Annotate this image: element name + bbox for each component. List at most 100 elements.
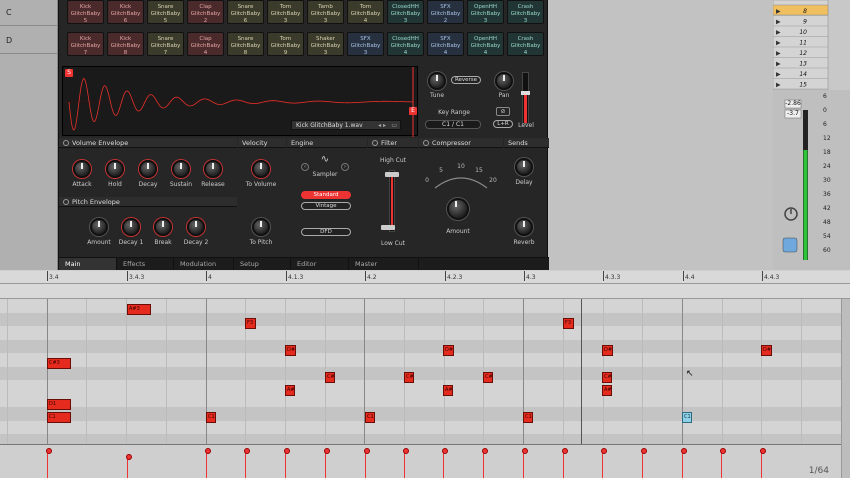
midi-note[interactable]: A#2 [443,385,453,396]
velocity-bar[interactable] [521,448,528,478]
key-range-high[interactable]: C1 [456,121,464,128]
velocity-bar[interactable] [45,448,52,478]
loop-marker-line[interactable] [581,299,582,444]
drum-pad[interactable]: Shaker GlitchBaby 3 [307,32,344,56]
scene-number[interactable]: 13 [799,61,807,68]
velocity-bar[interactable] [125,454,132,478]
drum-pad[interactable]: ClosedHH GlitchBaby 3 [387,0,424,24]
pitch-amount-knob[interactable] [90,218,108,236]
compressor-amount-knob[interactable] [447,198,469,220]
reverse-button[interactable]: Reverse [451,76,481,84]
velocity-to-volume-knob[interactable] [252,160,270,178]
drum-pad[interactable]: Tom GlitchBaby 4 [347,0,384,24]
midi-note[interactable]: C#3 [483,372,493,383]
velocity-bar[interactable] [481,448,488,478]
level-thumb[interactable] [521,91,530,95]
level-slider[interactable] [521,72,530,124]
sustain-knob[interactable] [172,160,190,178]
drum-pad[interactable]: Kick GlitchBaby 6 [107,0,144,24]
scene-number[interactable]: 10 [799,29,807,36]
midi-note[interactable]: D1 [47,399,71,410]
velocity-bar[interactable] [283,448,290,478]
midi-note[interactable]: C#3 [602,372,612,383]
delay-send-knob[interactable] [515,158,533,176]
piano-roll-scrollbar[interactable] [841,299,850,478]
scene-number[interactable]: 9 [803,19,807,26]
link-icon[interactable]: ⊘ [496,107,510,116]
drum-pad[interactable]: Clap GlitchBaby 2 [187,0,224,24]
drum-pad[interactable]: ClosedHH GlitchBaby 4 [387,32,424,56]
folder-icon[interactable]: ▭ [391,121,397,130]
midi-note[interactable]: A#2 [602,385,612,396]
tab-master[interactable]: Master [349,258,419,270]
midi-note[interactable]: C#3 [325,372,335,383]
pan-readout[interactable]: -3.7 [785,110,801,117]
velocity-bar[interactable] [323,448,330,478]
drum-pad[interactable]: SFX GlitchBaby 4 [427,32,464,56]
drum-pad[interactable]: OpenHH GlitchBaby 3 [467,0,504,24]
drum-pad[interactable]: Crash GlitchBaby 3 [507,0,544,24]
drum-pad[interactable]: Snare GlitchBaby 5 [147,0,184,24]
power-icon[interactable] [63,140,69,146]
drum-pad[interactable]: Snare GlitchBaby 6 [227,0,264,24]
midi-note[interactable]: C1 [47,412,71,423]
hold-knob[interactable] [106,160,124,178]
pan-knob[interactable] [495,72,513,90]
tune-knob[interactable] [428,72,446,90]
scene-launch-icon[interactable]: ▶ [776,29,781,36]
midi-note[interactable]: F3 [563,318,574,329]
scene-launch-icon[interactable]: ▶ [776,8,781,15]
scene-number[interactable]: 14 [799,71,807,78]
volume-readout[interactable]: -2.86 [785,100,801,107]
velocity-bar[interactable] [680,448,687,478]
standard-mode-button[interactable]: Standard [301,191,351,199]
drum-pad[interactable]: Snare GlitchBaby 7 [147,32,184,56]
midi-note[interactable]: D#3 [285,345,296,356]
sample-end-marker[interactable]: E [409,107,417,115]
midi-note[interactable]: D#3 [602,345,613,356]
timeline-ruler[interactable]: 3.4 3.4.3 4 4.1.3 4.2 4.2.3 4.3 4.3.3 4.4 4.4.3 [0,271,850,299]
midi-note[interactable]: F3 [245,318,256,329]
scene-launch-icon[interactable]: ▶ [776,82,781,89]
file-nav-arrows-icon[interactable]: ◂ ▸ [378,121,386,130]
drum-pad[interactable]: Crash GlitchBaby 4 [507,32,544,56]
velocity-bar[interactable] [719,448,726,478]
high-cut-handle[interactable] [385,172,399,177]
power-icon[interactable] [63,199,69,205]
key-range-low[interactable]: C1 [442,121,450,128]
velocity-bar[interactable] [402,448,409,478]
scene-number[interactable]: 8 [803,8,807,15]
scene-number[interactable]: 12 [799,50,807,57]
drum-pad[interactable]: OpenHH GlitchBaby 4 [467,32,504,56]
tab-editor[interactable]: Editor [291,258,349,270]
decay1-knob[interactable] [122,218,140,236]
tab-main[interactable]: Main [59,258,117,270]
velocity-to-pitch-knob[interactable] [252,218,270,236]
tab-modulation[interactable]: Modulation [174,258,234,270]
velocity-bar[interactable] [759,448,766,478]
filter-slider[interactable] [389,170,395,232]
tab-setup[interactable]: Setup [234,258,291,270]
low-cut-handle[interactable] [381,225,395,230]
drum-pad[interactable]: Clap GlitchBaby 4 [187,32,224,56]
release-knob[interactable] [204,160,222,178]
velocity-bar[interactable] [363,448,370,478]
scene-launch-icon[interactable]: ▶ [776,61,781,68]
scene-launch-icon[interactable]: ▶ [776,40,781,47]
sample-file-selector[interactable]: Kick GlitchBaby 1.wav ◂ ▸ ▭ [291,120,401,130]
drum-pad[interactable]: Snare GlitchBaby 8 [227,32,264,56]
scene-number[interactable]: 11 [799,40,807,47]
midi-note[interactable]: C1 [523,412,533,423]
drum-pad[interactable]: Tamb GlitchBaby 3 [307,0,344,24]
attack-knob[interactable] [73,160,91,178]
decay-knob[interactable] [139,160,157,178]
drum-pad[interactable]: Kick GlitchBaby 5 [67,0,104,24]
midi-note[interactable]: A#3 [127,304,151,315]
dfd-button[interactable]: DFD [301,228,351,236]
drum-pad[interactable]: SFX GlitchBaby 2 [427,0,464,24]
midi-note[interactable]: D#3 [761,345,772,356]
midi-note[interactable]: A#2 [285,385,295,396]
scene-launch-icon[interactable]: ▶ [776,19,781,26]
scene-number[interactable]: 15 [799,82,807,89]
velocity-lane[interactable]: 1/64 [0,444,841,478]
